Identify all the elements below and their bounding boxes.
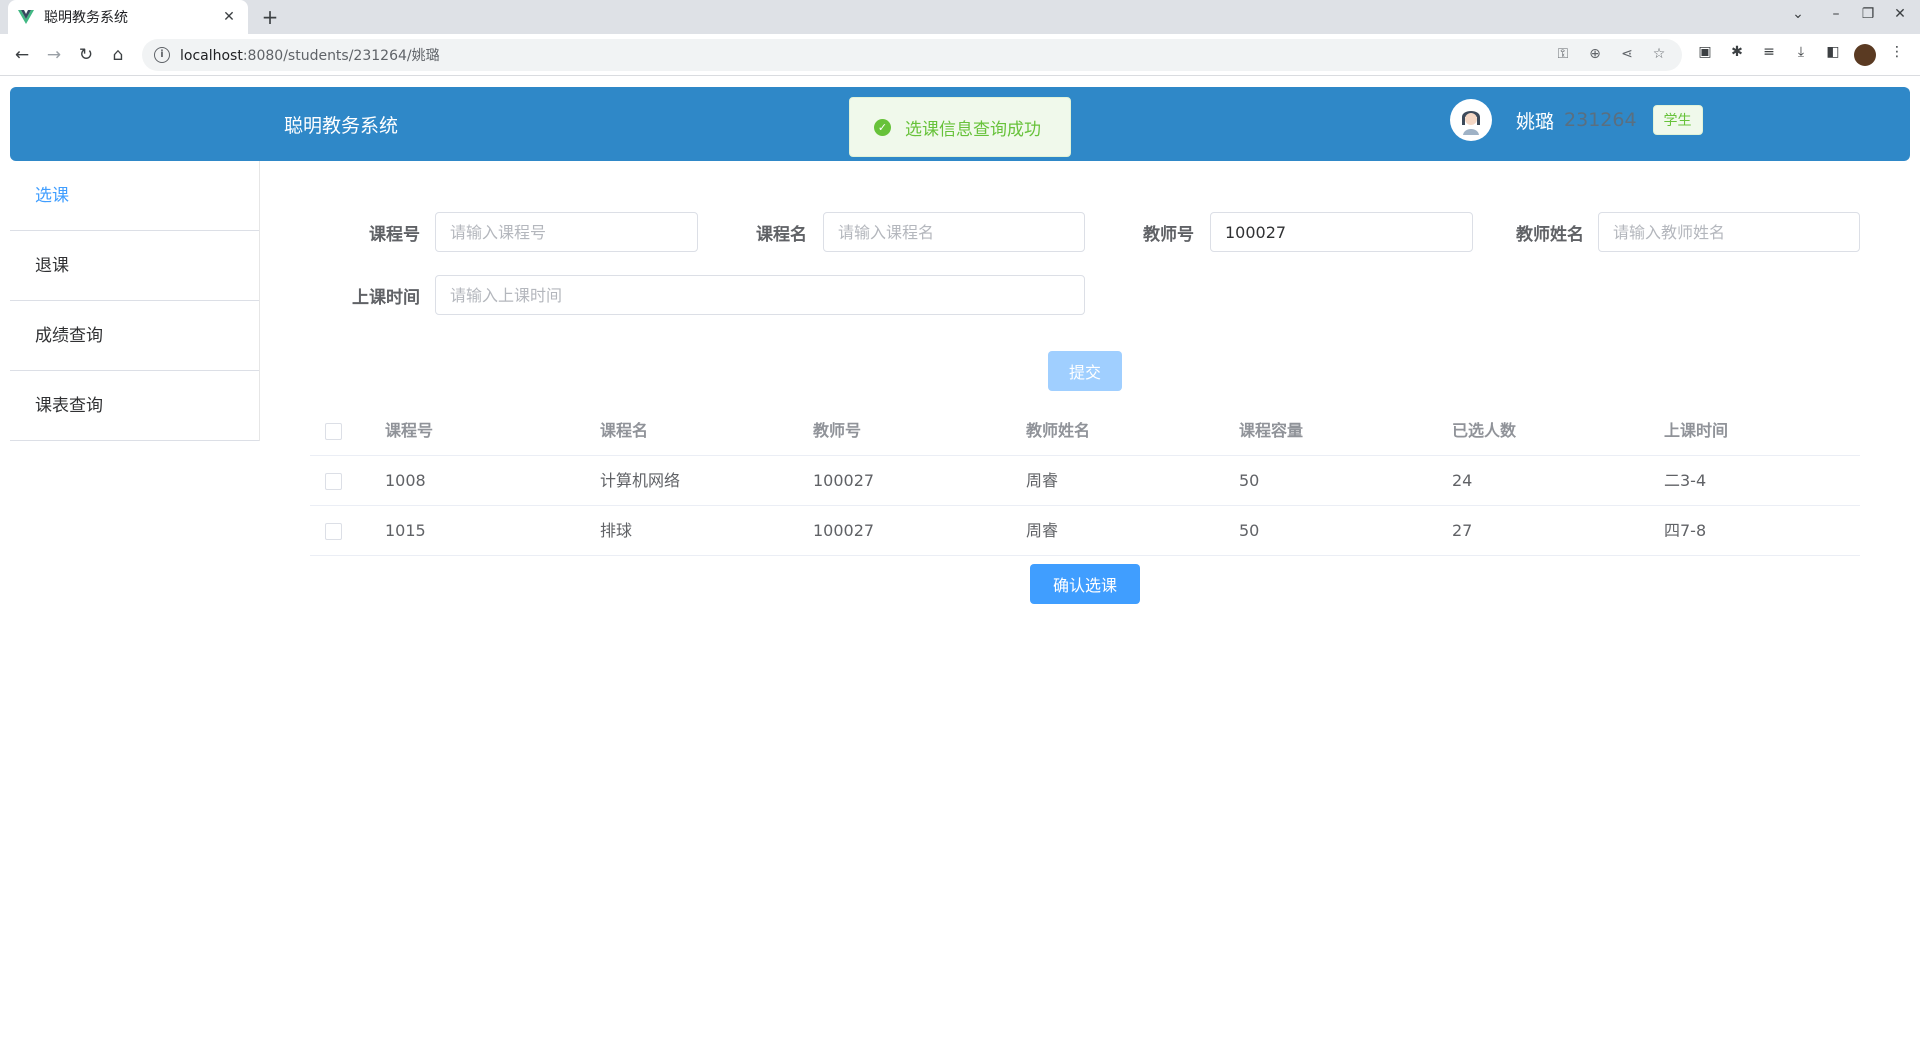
back-icon[interactable]: ← [11, 44, 33, 66]
browser-toolbar: ← → ↻ ⌂ i localhost:8080/students/231264… [0, 34, 1920, 76]
extensions-icon[interactable]: ✱ [1726, 44, 1748, 66]
download-icon[interactable]: ⤓ [1790, 44, 1812, 66]
sidebar-item-grades[interactable]: 成绩查询 [10, 301, 259, 371]
user-info: 姚璐 231264 学生 [1450, 99, 1703, 141]
column-header: 教师姓名 [1026, 421, 1091, 440]
teacher-name-label: 教师姓名 [1516, 225, 1584, 245]
sidebar-item-select-course[interactable]: 选课 [10, 161, 259, 231]
cell-class-time: 四7-8 [1664, 521, 1707, 540]
forward-icon[interactable]: → [43, 44, 65, 66]
app-title: 聪明教务系统 [284, 115, 399, 137]
student-avatar-icon [1455, 104, 1487, 136]
zoom-icon[interactable]: ⊕ [1586, 46, 1604, 62]
teacher-name-input[interactable] [1598, 212, 1860, 252]
sidebar-item-timetable[interactable]: 课表查询 [10, 371, 259, 441]
table-row[interactable]: 1015 排球 100027 周睿 50 27 四7-8 [310, 506, 1860, 556]
success-check-icon: ✓ [874, 118, 891, 136]
select-all-checkbox[interactable] [325, 423, 342, 440]
user-avatar[interactable] [1450, 99, 1492, 141]
minimize-icon[interactable]: – [1826, 6, 1846, 22]
course-name-label: 课程名 [756, 225, 807, 245]
course-table: 课程号 课程名 教师号 教师姓名 课程容量 已选人数 上课时间 1008 计算机… [310, 406, 1860, 556]
cell-teacher-name: 周睿 [1026, 521, 1059, 540]
key-icon[interactable]: ⚿ [1554, 46, 1572, 62]
browser-tab[interactable]: 聪明教务系统 ✕ [8, 0, 248, 34]
cell-course-name: 排球 [600, 521, 633, 540]
column-header: 教师号 [813, 421, 862, 440]
cell-course-id: 1015 [385, 521, 426, 540]
restore-icon[interactable]: ❐ [1858, 6, 1878, 22]
bookmark-star-icon[interactable]: ☆ [1650, 46, 1668, 62]
teacher-id-label: 教师号 [1143, 225, 1194, 245]
column-header: 课程号 [385, 421, 434, 440]
role-badge: 学生 [1652, 105, 1703, 135]
column-header: 课程名 [600, 421, 649, 440]
profile-avatar[interactable] [1854, 44, 1876, 66]
toast-message: 选课信息查询成功 [905, 119, 1041, 140]
class-time-label: 上课时间 [352, 288, 420, 308]
teacher-id-input[interactable] [1210, 212, 1473, 252]
close-window-icon[interactable]: ✕ [1890, 6, 1910, 22]
tab-search-icon[interactable]: ⌄ [1788, 6, 1808, 22]
user-id: 231264 [1564, 109, 1637, 131]
cell-teacher-name: 周睿 [1026, 471, 1059, 490]
media-icon[interactable]: ≡ [1758, 44, 1780, 66]
close-tab-icon[interactable]: ✕ [220, 9, 238, 25]
cell-enrolled: 27 [1452, 521, 1473, 540]
cell-teacher-id: 100027 [813, 471, 875, 490]
menu-icon[interactable]: ⋮ [1886, 44, 1908, 66]
site-info-icon[interactable]: i [154, 47, 170, 63]
row-checkbox[interactable] [325, 473, 342, 490]
vue-logo-icon [18, 9, 34, 25]
browser-tabstrip: 聪明教务系统 ✕ + ⌄ – ❐ ✕ [0, 0, 1920, 34]
new-tab-icon[interactable]: + [258, 5, 282, 29]
reader-icon[interactable]: ▣ [1694, 44, 1716, 66]
cell-course-name: 计算机网络 [600, 471, 681, 490]
address-bar[interactable]: i localhost:8080/students/231264/姚璐 ⚿ ⊕ … [142, 39, 1682, 71]
cell-course-id: 1008 [385, 471, 426, 490]
column-header: 课程容量 [1239, 421, 1304, 440]
course-name-input[interactable] [823, 212, 1085, 252]
table-header-row: 课程号 课程名 教师号 教师姓名 课程容量 已选人数 上课时间 [310, 406, 1860, 456]
reload-icon[interactable]: ↻ [75, 44, 97, 66]
sidebar-item-drop-course[interactable]: 退课 [10, 231, 259, 301]
cell-capacity: 50 [1239, 471, 1260, 490]
success-toast: ✓ 选课信息查询成功 [849, 97, 1071, 157]
column-header: 上课时间 [1664, 421, 1729, 440]
side-panel-icon[interactable]: ◧ [1822, 44, 1844, 66]
cell-teacher-id: 100027 [813, 521, 875, 540]
course-id-label: 课程号 [369, 225, 420, 245]
confirm-selection-button[interactable]: 确认选课 [1030, 564, 1140, 604]
submit-button[interactable]: 提交 [1048, 351, 1122, 391]
column-header: 已选人数 [1452, 421, 1517, 440]
class-time-input[interactable] [435, 275, 1085, 315]
share-icon[interactable]: ⋖ [1618, 46, 1636, 62]
course-id-input[interactable] [435, 212, 698, 252]
cell-enrolled: 24 [1452, 471, 1473, 490]
cell-capacity: 50 [1239, 521, 1260, 540]
table-row[interactable]: 1008 计算机网络 100027 周睿 50 24 二3-4 [310, 456, 1860, 506]
tab-title: 聪明教务系统 [44, 10, 128, 26]
user-name: 姚璐 [1516, 110, 1555, 133]
sidebar-menu: 选课 退课 成绩查询 课表查询 [10, 161, 260, 441]
home-icon[interactable]: ⌂ [107, 44, 129, 66]
cell-class-time: 二3-4 [1664, 471, 1707, 490]
url-text[interactable]: localhost:8080/students/231264/姚璐 [180, 45, 440, 65]
row-checkbox[interactable] [325, 523, 342, 540]
